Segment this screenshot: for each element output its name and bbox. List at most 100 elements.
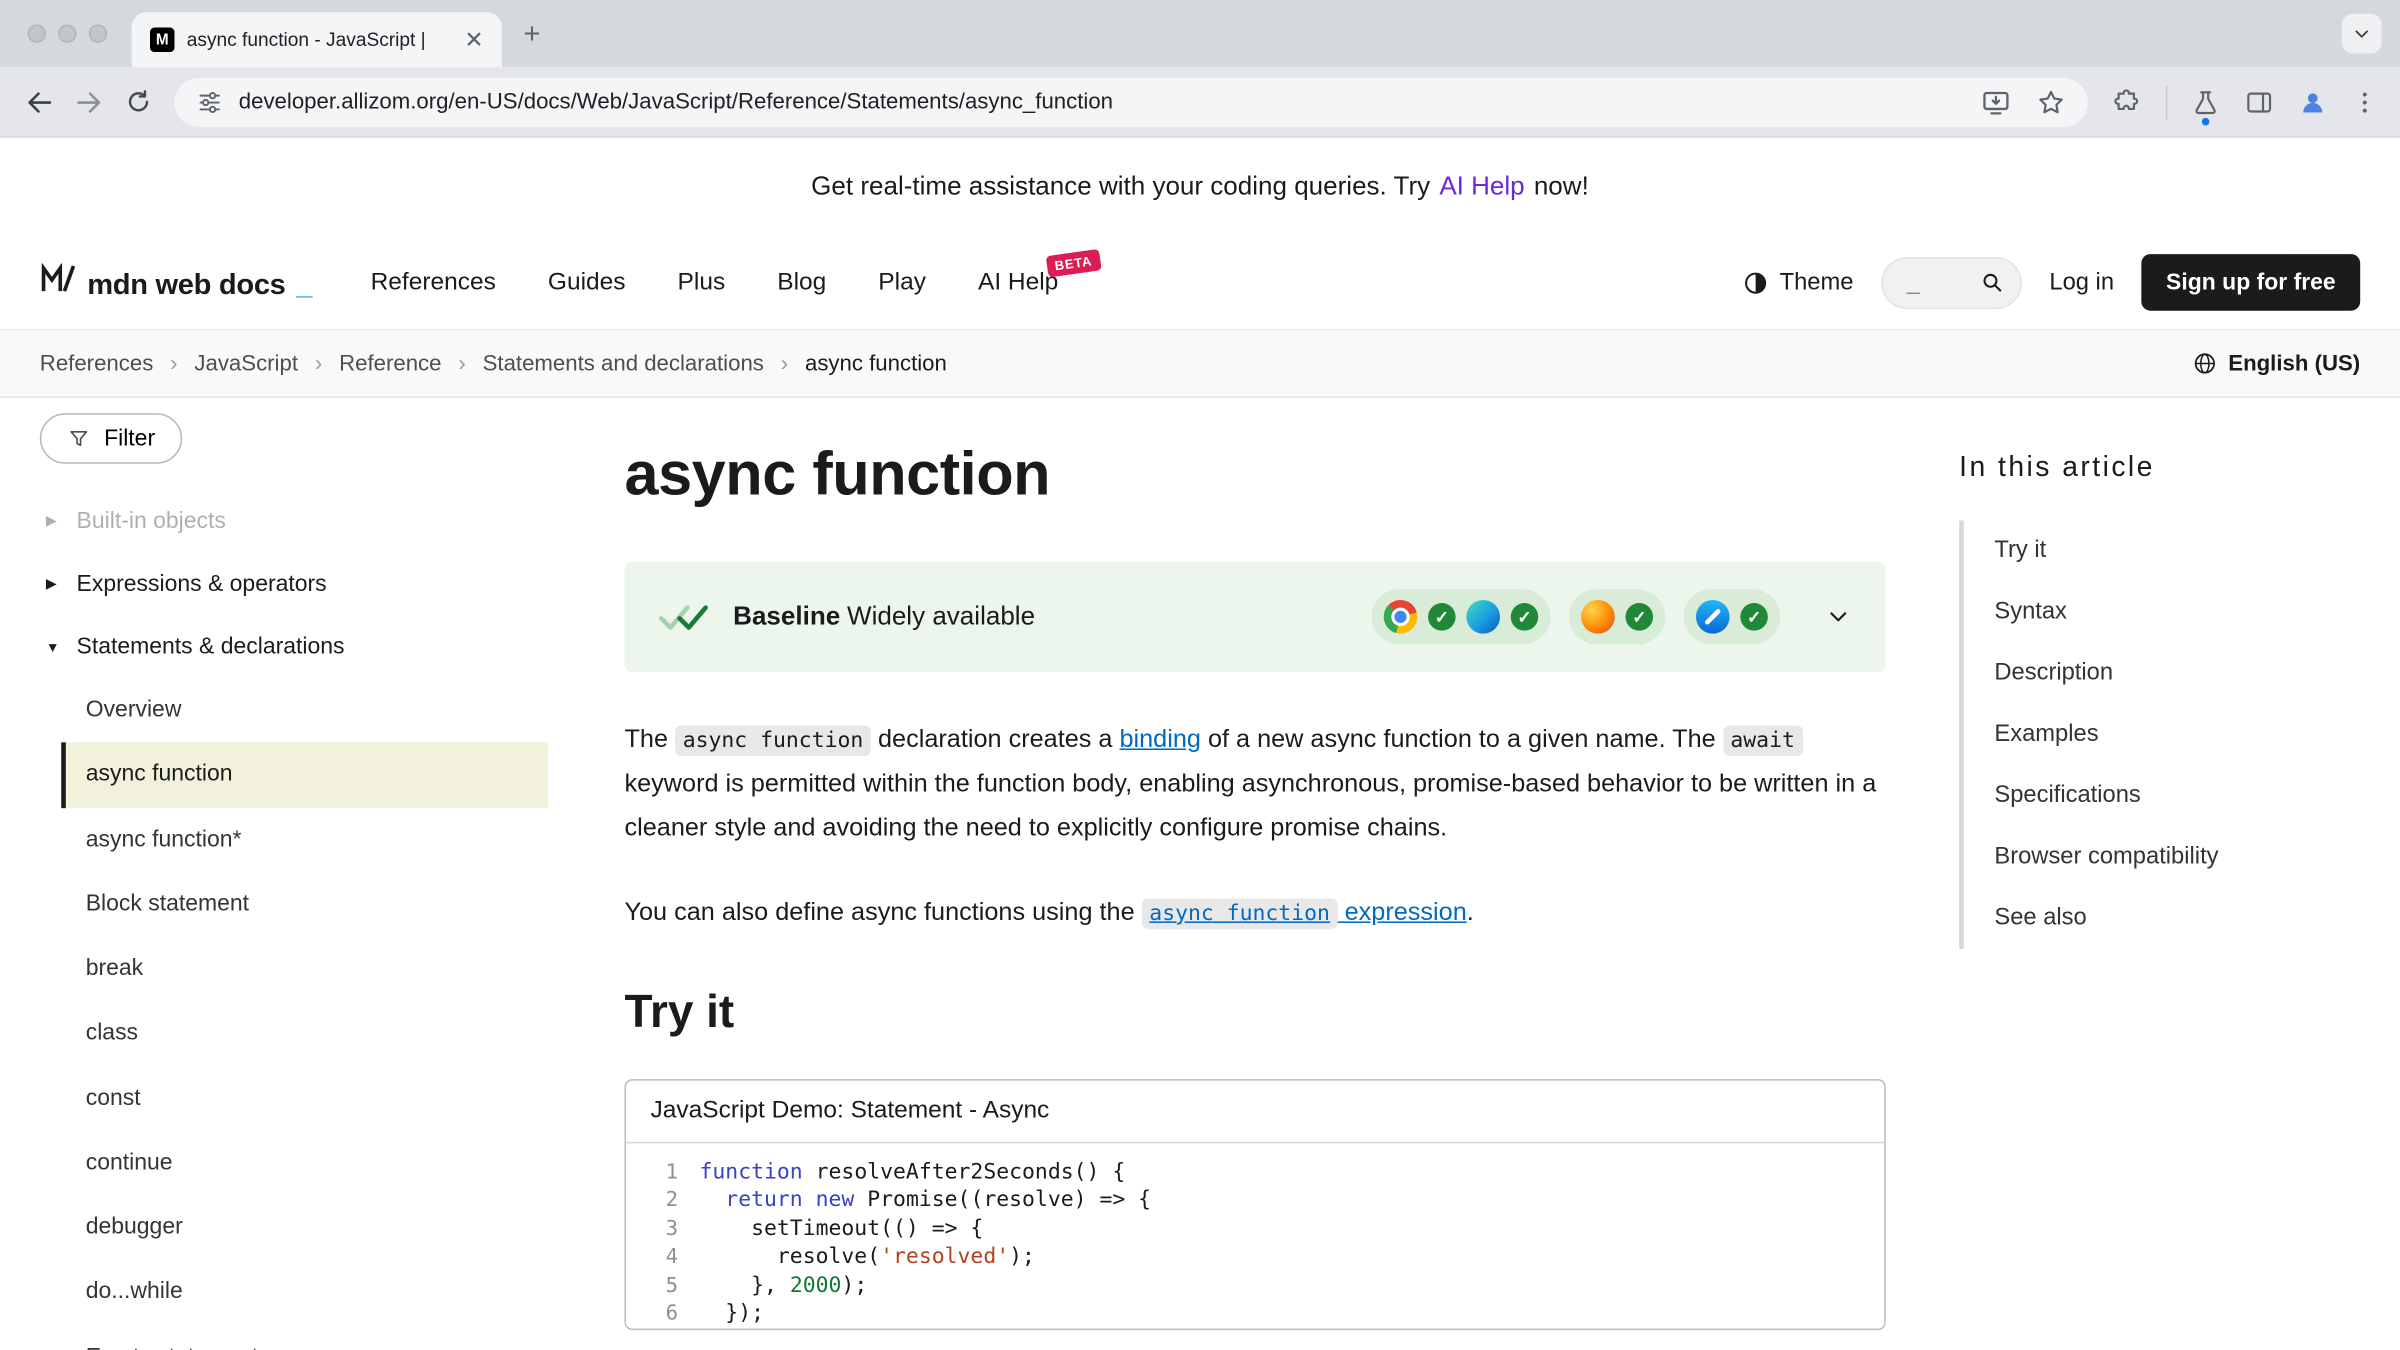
breadcrumb-item[interactable]: Statements and declarations <box>483 351 764 375</box>
code-text[interactable]: }); <box>699 1299 764 1327</box>
code-text[interactable]: resolve('resolved'); <box>699 1243 1034 1271</box>
side-panel-icon[interactable] <box>2244 86 2275 117</box>
toc-item[interactable]: Syntax <box>1964 582 2360 643</box>
menu-kebab-icon[interactable] <box>2351 88 2379 116</box>
nav-play[interactable]: Play <box>878 269 926 297</box>
language-switcher[interactable]: English (US) <box>2192 351 2361 377</box>
filter-button[interactable]: Filter <box>40 413 183 464</box>
install-icon[interactable] <box>1981 86 2012 117</box>
chrome-icon <box>1384 600 1418 634</box>
browser-window: M async function - JavaScript | ✕ + deve… <box>0 0 2400 1350</box>
browser-support-pills: ✓ ✓ ✓ ✓ <box>1371 589 1780 644</box>
traffic-light-minimize[interactable] <box>58 24 76 42</box>
reload-icon[interactable] <box>113 77 162 126</box>
async-function-expression-link[interactable]: async function expression <box>1142 898 1467 926</box>
traffic-light-close[interactable] <box>28 24 46 42</box>
mdn-logo-text: mdn web docs <box>87 269 285 303</box>
main-nav: References Guides Plus Blog Play AI HelpBETA <box>371 269 1059 297</box>
link-text: expression <box>1338 898 1467 926</box>
firefox-support-pill: ✓ <box>1569 589 1665 644</box>
code-line: 3 setTimeout(() => { <box>626 1215 1884 1243</box>
breadcrumb-item[interactable]: async function <box>805 351 947 375</box>
toc-item[interactable]: See also <box>1964 888 2360 949</box>
mdn-logo[interactable]: mdn web docs_ <box>40 262 313 302</box>
sidebar-item[interactable]: continue <box>40 1131 548 1196</box>
sidebar-item[interactable]: debugger <box>40 1195 548 1260</box>
intro-paragraph: The async function declaration creates a… <box>624 718 1885 851</box>
line-number: 3 <box>626 1215 678 1243</box>
interactive-demo: JavaScript Demo: Statement - Async 1func… <box>624 1078 1885 1329</box>
toc-item[interactable]: Specifications <box>1964 765 2360 826</box>
search-input[interactable]: _ <box>1881 256 2022 308</box>
sidebar-section-built-in-objects[interactable]: ▶ Built-in objects <box>40 490 548 553</box>
toc-item[interactable]: Browser compatibility <box>1964 827 2360 888</box>
ai-help-banner-link[interactable]: AI Help <box>1439 171 1524 202</box>
breadcrumb-item[interactable]: JavaScript <box>194 351 298 375</box>
new-tab-button[interactable]: + <box>523 19 540 48</box>
sidebar-item[interactable]: Empty statement <box>40 1325 548 1350</box>
baseline-indicator[interactable]: Baseline Widely available ✓ ✓ ✓ <box>624 562 1885 672</box>
sidebar-item[interactable]: const <box>40 1066 548 1131</box>
code-text[interactable]: function resolveAfter2Seconds() { <box>699 1158 1125 1186</box>
url-bar[interactable]: developer.allizom.org/en-US/docs/Web/Jav… <box>174 77 2087 126</box>
browser-tab[interactable]: M async function - JavaScript | ✕ <box>132 12 502 67</box>
login-link[interactable]: Log in <box>2049 269 2114 297</box>
toc-item[interactable]: Examples <box>1964 704 2360 765</box>
profile-avatar-icon[interactable] <box>2297 86 2328 117</box>
baseline-double-check-icon <box>658 600 710 634</box>
code-line: 4 resolve('resolved'); <box>626 1243 1884 1271</box>
filter-label: Filter <box>104 426 155 452</box>
demo-code-lines[interactable]: 1function resolveAfter2Seconds() {2 retu… <box>626 1143 1884 1328</box>
breadcrumb-separator: › <box>170 351 177 375</box>
article: async function Baseline Widely available… <box>624 398 1885 1329</box>
notification-dot <box>2202 117 2210 125</box>
tab-close-icon[interactable]: ✕ <box>461 26 486 54</box>
extensions-puzzle-icon[interactable] <box>2112 86 2143 117</box>
forward-icon[interactable] <box>64 77 113 126</box>
nav-plus[interactable]: Plus <box>678 269 726 297</box>
nav-ai-help[interactable]: AI HelpBETA <box>978 269 1058 297</box>
toc-item[interactable]: Try it <box>1964 520 2360 581</box>
nav-guides[interactable]: Guides <box>548 269 626 297</box>
section-label: Statements & declarations <box>77 634 345 660</box>
breadcrumb-separator: › <box>781 351 788 375</box>
chevron-down-icon: ▼ <box>46 639 61 654</box>
firefox-icon <box>1581 600 1615 634</box>
code-text[interactable]: return new Promise((resolve) => { <box>699 1186 1151 1214</box>
sidebar-item[interactable]: class <box>40 1001 548 1066</box>
sidebar-section-statements[interactable]: ▼ Statements & declarations <box>40 615 548 678</box>
signup-button[interactable]: Sign up for free <box>2142 254 2361 311</box>
binding-link[interactable]: binding <box>1119 726 1200 754</box>
sidebar-section-expressions[interactable]: ▶ Expressions & operators <box>40 553 548 616</box>
back-icon[interactable] <box>15 77 64 126</box>
line-number: 5 <box>626 1271 678 1299</box>
sidebar-item-active[interactable]: async function <box>61 743 548 808</box>
beaker-icon[interactable] <box>2190 86 2221 117</box>
traffic-light-zoom[interactable] <box>89 24 107 42</box>
search-icon[interactable] <box>1979 269 2005 295</box>
toc-item[interactable]: Description <box>1964 643 2360 704</box>
sidebar-item[interactable]: break <box>40 937 548 1002</box>
site-info-icon[interactable] <box>196 88 224 116</box>
bookmark-star-icon[interactable] <box>2036 86 2067 117</box>
sidebar-item[interactable]: Block statement <box>40 872 548 937</box>
nav-references[interactable]: References <box>371 269 496 297</box>
theme-label: Theme <box>1780 269 1854 297</box>
theme-toggle[interactable]: Theme <box>1741 269 1853 297</box>
url-text[interactable]: developer.allizom.org/en-US/docs/Web/Jav… <box>239 90 1113 114</box>
globe-icon <box>2192 351 2218 377</box>
breadcrumb-item[interactable]: Reference <box>339 351 441 375</box>
code-line: 6 }); <box>626 1299 1884 1327</box>
beta-badge: BETA <box>1046 248 1101 277</box>
baseline-expand-chevron-icon[interactable] <box>1824 603 1852 631</box>
breadcrumb-item[interactable]: References <box>40 351 154 375</box>
code-line: 1function resolveAfter2Seconds() { <box>626 1158 1884 1186</box>
code-text[interactable]: }, 2000); <box>699 1271 867 1299</box>
sidebar-item[interactable]: async function* <box>40 807 548 872</box>
sidebar-item[interactable]: do...while <box>40 1260 548 1325</box>
tab-search-chevron-icon[interactable] <box>2342 14 2382 54</box>
nav-blog[interactable]: Blog <box>777 269 826 297</box>
section-label: Expressions & operators <box>77 571 327 597</box>
code-text[interactable]: setTimeout(() => { <box>699 1215 983 1243</box>
sidebar-item[interactable]: Overview <box>40 678 548 743</box>
